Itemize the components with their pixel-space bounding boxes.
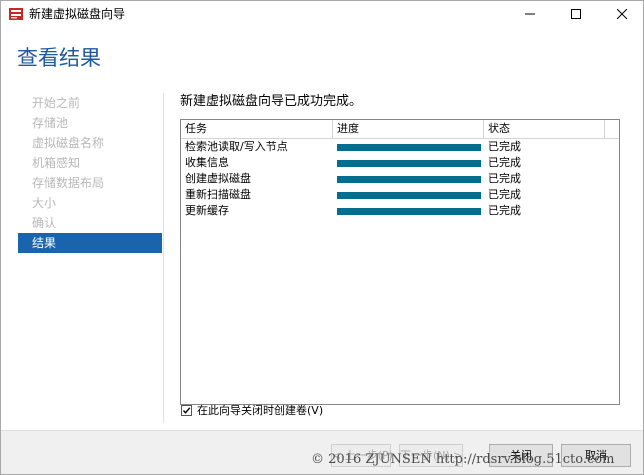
results-table[interactable]: 任务 进度 状态 检索池读取/写入节点 已完成 收集信息 已完成 创建虚拟磁盘 … [180, 119, 620, 405]
close-button[interactable] [599, 1, 643, 27]
task-name: 更新缓存 [185, 204, 229, 217]
task-status: 已完成 [488, 172, 521, 185]
nav-step-before-you-begin[interactable]: 开始之前 [18, 93, 162, 113]
task-status: 已完成 [488, 140, 521, 153]
server-manager-icon [9, 8, 23, 20]
table-row[interactable]: 重新扫描磁盘 已完成 [181, 187, 619, 203]
task-status: 已完成 [488, 204, 521, 217]
wizard-steps-nav: 开始之前 存储池 虚拟磁盘名称 机箱感知 存储数据布局 大小 确认 结果 [18, 93, 162, 253]
close-icon [617, 9, 627, 19]
table-row[interactable]: 检索池读取/写入节点 已完成 [181, 139, 619, 155]
progress-bar [337, 144, 481, 151]
nav-step-storage-pool[interactable]: 存储池 [18, 113, 162, 133]
table-row[interactable]: 创建虚拟磁盘 已完成 [181, 171, 619, 187]
minimize-button[interactable] [507, 1, 553, 27]
column-header-progress[interactable]: 进度 [333, 120, 484, 138]
table-header: 任务 进度 状态 [181, 120, 619, 139]
progress-bar [337, 192, 481, 199]
nav-divider [163, 93, 164, 423]
nav-step-virtual-disk-name[interactable]: 虚拟磁盘名称 [18, 133, 162, 153]
progress-bar [337, 160, 481, 167]
watermark-text: © 2016 ZJUNSEN http://rdsrv.blog.51cto.c… [311, 452, 615, 467]
column-header-task[interactable]: 任务 [181, 120, 333, 138]
result-message: 新建虚拟磁盘向导已成功完成。 [180, 94, 363, 109]
progress-bar-fill [337, 208, 481, 215]
nav-step-confirmation[interactable]: 确认 [18, 213, 162, 233]
progress-bar [337, 208, 481, 215]
progress-bar-fill [337, 176, 481, 183]
task-name: 重新扫描磁盘 [185, 188, 251, 201]
page-title: 查看结果 [17, 46, 101, 70]
progress-bar-fill [337, 192, 481, 199]
title-bar[interactable]: 新建虚拟磁盘向导 [1, 1, 643, 27]
task-name: 收集信息 [185, 156, 229, 169]
maximize-icon [571, 9, 581, 19]
progress-bar-fill [337, 160, 481, 167]
nav-step-results[interactable]: 结果 [18, 233, 162, 253]
table-row[interactable]: 更新缓存 已完成 [181, 203, 619, 219]
column-header-status[interactable]: 状态 [484, 120, 604, 138]
task-status: 已完成 [488, 188, 521, 201]
checkbox-label[interactable]: 在此向导关闭时创建卷(V) [197, 404, 323, 418]
window-title: 新建虚拟磁盘向导 [29, 7, 126, 21]
maximize-button[interactable] [553, 1, 599, 27]
wizard-window: 新建虚拟磁盘向导 查看结果 开始之前 存储池 虚拟磁盘名称 机箱感知 存储数据布… [0, 0, 644, 475]
nav-step-size[interactable]: 大小 [18, 193, 162, 213]
minimize-icon [525, 13, 535, 15]
checkmark-icon [182, 407, 191, 414]
header-filler [604, 120, 620, 138]
nav-step-enclosure-awareness[interactable]: 机箱感知 [18, 153, 162, 173]
task-status: 已完成 [488, 156, 521, 169]
task-name: 检索池读取/写入节点 [185, 140, 288, 153]
progress-bar-fill [337, 144, 481, 151]
nav-step-storage-layout[interactable]: 存储数据布局 [18, 173, 162, 193]
progress-bar [337, 176, 481, 183]
task-name: 创建虚拟磁盘 [185, 172, 251, 185]
table-row[interactable]: 收集信息 已完成 [181, 155, 619, 171]
checkbox-box[interactable] [181, 405, 192, 416]
